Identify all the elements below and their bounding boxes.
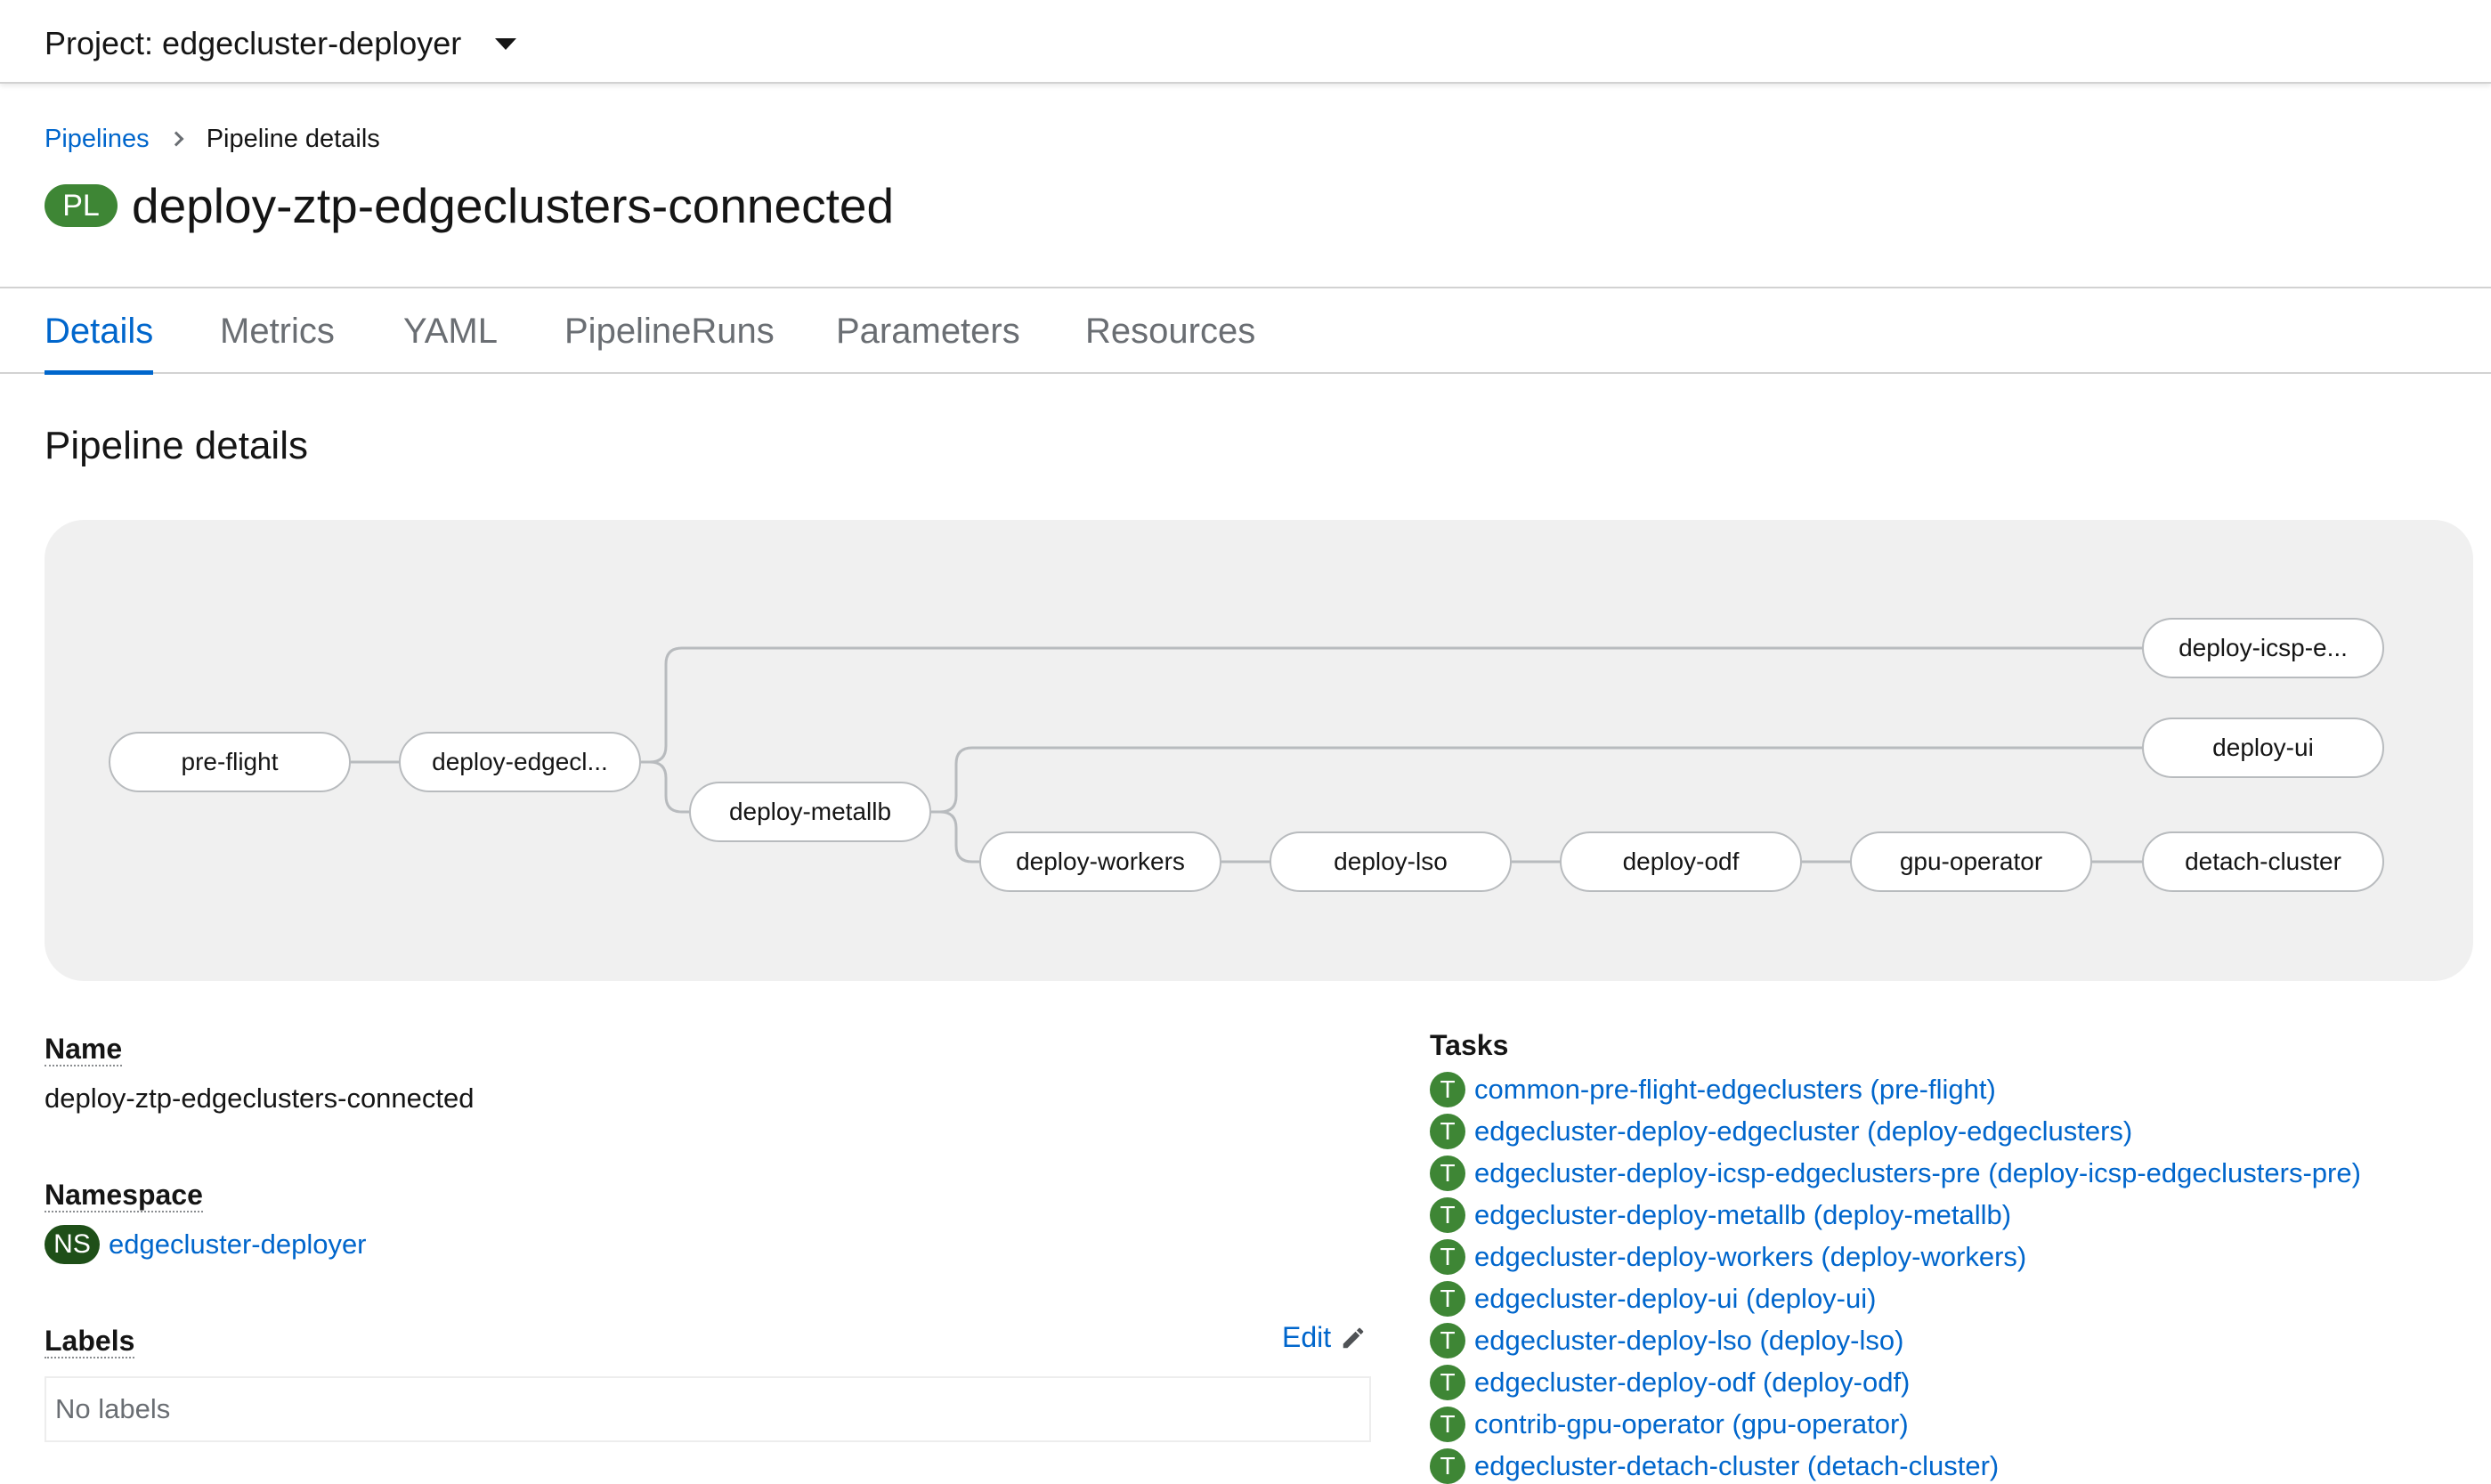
graph-node-deploy-metallb[interactable]: deploy-metallb: [689, 782, 931, 842]
task-item: T contrib-gpu-operator (gpu-operator): [1430, 1407, 1909, 1442]
edit-label: Edit: [1282, 1321, 1332, 1353]
graph-node-deploy-odf[interactable]: deploy-odf: [1560, 831, 1802, 892]
task-item: T edgecluster-deploy-icsp-edgeclusters-p…: [1430, 1156, 2361, 1191]
task-badge: T: [1430, 1072, 1465, 1107]
section-title: Pipeline details: [45, 424, 308, 467]
tab-yaml[interactable]: YAML: [403, 288, 498, 374]
project-selector[interactable]: Project: edgecluster-deployer: [45, 20, 517, 68]
task-item: T edgecluster-deploy-odf (deploy-odf): [1430, 1365, 1910, 1400]
pencil-icon: [1343, 1327, 1364, 1348]
breadcrumb-pipelines-link[interactable]: Pipelines: [45, 125, 150, 154]
graph-node-gpu-operator[interactable]: gpu-operator: [1850, 831, 2092, 892]
edit-labels-button[interactable]: Edit: [1282, 1321, 1367, 1354]
task-badge: T: [1430, 1281, 1465, 1317]
page-title: deploy-ztp-edgeclusters-connected: [132, 178, 895, 233]
task-item: T edgecluster-deploy-workers (deploy-wor…: [1430, 1239, 2026, 1275]
task-link[interactable]: edgecluster-deploy-ui (deploy-ui): [1474, 1283, 1876, 1315]
project-selector-label: Project: edgecluster-deployer: [45, 25, 462, 61]
namespace-badge: NS: [45, 1225, 100, 1264]
graph-node-deploy-icsp[interactable]: deploy-icsp-e...: [2142, 618, 2384, 678]
task-item: T common-pre-flight-edgeclusters (pre-fl…: [1430, 1072, 1996, 1107]
task-badge: T: [1430, 1365, 1465, 1400]
graph-node-pre-flight[interactable]: pre-flight: [109, 732, 351, 792]
no-labels-text: No labels: [55, 1393, 171, 1424]
labels-label: Labels: [45, 1325, 135, 1358]
task-link[interactable]: edgecluster-deploy-metallb (deploy-metal…: [1474, 1199, 2011, 1231]
task-item: T edgecluster-detach-cluster (detach-clu…: [1430, 1448, 1999, 1484]
task-item: T edgecluster-deploy-edgecluster (deploy…: [1430, 1114, 2132, 1149]
graph-node-deploy-workers[interactable]: deploy-workers: [979, 831, 1221, 892]
graph-node-deploy-edgeclusters[interactable]: deploy-edgecl...: [399, 732, 641, 792]
task-link[interactable]: edgecluster-deploy-lso (deploy-lso): [1474, 1325, 1903, 1357]
task-badge: T: [1430, 1323, 1465, 1358]
tab-metrics[interactable]: Metrics: [220, 288, 335, 374]
pipeline-badge: PL: [45, 184, 118, 227]
graph-node-deploy-lso[interactable]: deploy-lso: [1270, 831, 1512, 892]
tab-pipelineruns[interactable]: PipelineRuns: [564, 288, 775, 374]
namespace-label: Namespace: [45, 1179, 203, 1212]
project-bar: Project: edgecluster-deployer: [0, 0, 2491, 84]
tab-bar: Details Metrics YAML PipelineRuns Parame…: [0, 287, 2491, 375]
task-badge: T: [1430, 1156, 1465, 1191]
task-badge: T: [1430, 1114, 1465, 1149]
task-link[interactable]: edgecluster-deploy-odf (deploy-odf): [1474, 1366, 1910, 1399]
task-link[interactable]: edgecluster-deploy-icsp-edgeclusters-pre…: [1474, 1157, 2361, 1189]
tab-parameters[interactable]: Parameters: [836, 288, 1020, 374]
task-item: T edgecluster-deploy-metallb (deploy-met…: [1430, 1197, 2011, 1233]
graph-node-detach-cluster[interactable]: detach-cluster: [2142, 831, 2384, 892]
task-badge: T: [1430, 1407, 1465, 1442]
tasks-label: Tasks: [1430, 1029, 1509, 1061]
task-badge: T: [1430, 1448, 1465, 1484]
tab-details[interactable]: Details: [45, 288, 154, 375]
task-item: T edgecluster-deploy-lso (deploy-lso): [1430, 1323, 1903, 1358]
breadcrumb: Pipelines Pipeline details: [45, 121, 380, 157]
task-link[interactable]: common-pre-flight-edgeclusters (pre-flig…: [1474, 1074, 1996, 1106]
namespace-link[interactable]: edgecluster-deployer: [109, 1229, 367, 1261]
namespace-value: NS edgecluster-deployer: [45, 1225, 367, 1264]
task-link[interactable]: edgecluster-deploy-workers (deploy-worke…: [1474, 1241, 2026, 1273]
task-link[interactable]: contrib-gpu-operator (gpu-operator): [1474, 1408, 1909, 1440]
tab-resources[interactable]: Resources: [1085, 288, 1255, 374]
pipeline-graph: pre-flight deploy-edgecl... deploy-metal…: [45, 520, 2473, 981]
page-header: PL deploy-ztp-edgeclusters-connected: [45, 176, 894, 235]
chevron-right-icon: [168, 131, 184, 147]
breadcrumb-current: Pipeline details: [206, 124, 380, 153]
task-badge: T: [1430, 1197, 1465, 1233]
task-link[interactable]: edgecluster-detach-cluster (detach-clust…: [1474, 1450, 1999, 1482]
name-value: deploy-ztp-edgeclusters-connected: [45, 1083, 475, 1114]
name-label: Name: [45, 1033, 123, 1066]
graph-node-deploy-ui[interactable]: deploy-ui: [2142, 718, 2384, 778]
caret-down-icon: [495, 37, 517, 50]
task-link[interactable]: edgecluster-deploy-edgecluster (deploy-e…: [1474, 1115, 2132, 1147]
labels-box: No labels: [45, 1376, 1371, 1442]
task-badge: T: [1430, 1239, 1465, 1275]
task-item: T edgecluster-deploy-ui (deploy-ui): [1430, 1281, 1876, 1317]
